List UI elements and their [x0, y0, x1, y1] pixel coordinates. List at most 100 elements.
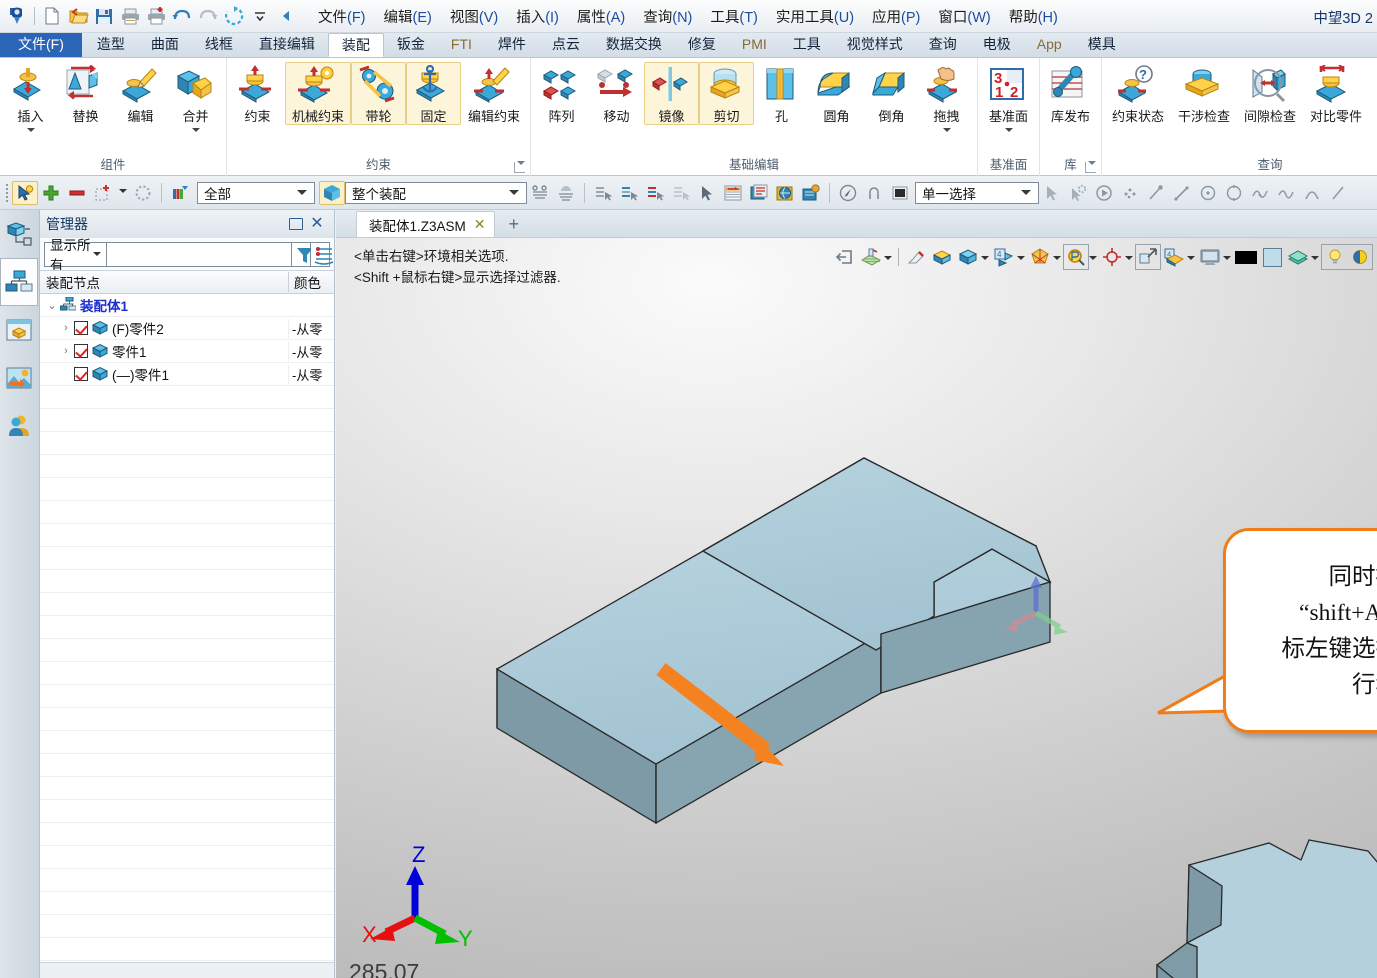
- chevron-down-icon[interactable]: [1187, 255, 1195, 264]
- chevron-down-icon[interactable]: [191, 128, 200, 136]
- ribbon-button-倒角[interactable]: 倒角: [864, 62, 919, 125]
- chevron-down-icon[interactable]: [1311, 255, 1319, 264]
- collapse-ribbon-icon[interactable]: [273, 3, 299, 29]
- menu-item-5[interactable]: 查询(N): [634, 3, 701, 30]
- ribbon-button-约束状态[interactable]: ? 约束状态: [1105, 62, 1171, 125]
- open-folder-icon[interactable]: [65, 3, 91, 29]
- chevron-down-icon[interactable]: [1017, 255, 1025, 264]
- close-icon[interactable]: ✕: [474, 216, 486, 233]
- tab-3[interactable]: 直接编辑: [246, 33, 328, 57]
- ribbon-button-固定[interactable]: 固定: [406, 62, 461, 125]
- visibility-checkbox[interactable]: [74, 367, 88, 381]
- layer-manager-icon[interactable]: [746, 181, 772, 205]
- line-icon[interactable]: [1169, 181, 1195, 205]
- chevron-down-icon[interactable]: [981, 255, 989, 264]
- layers-icon[interactable]: [720, 181, 746, 205]
- circle-center-icon[interactable]: [1195, 181, 1221, 205]
- 3d-viewport[interactable]: <单击右键>环境相关选项. <Shift +鼠标右键>显示选择过滤器. 4 4 …: [336, 238, 1377, 978]
- undo-icon[interactable]: [169, 3, 195, 29]
- screen-icon[interactable]: [1197, 244, 1223, 270]
- tab-6[interactable]: FTI: [438, 33, 485, 57]
- rail-item-part-box[interactable]: [0, 306, 38, 354]
- menu-item-4[interactable]: 属性(A): [568, 3, 634, 30]
- chevron-down-icon[interactable]: [1223, 255, 1231, 264]
- table-row[interactable]: ⌄ 装配体1: [40, 294, 334, 317]
- manager-search-input[interactable]: [107, 241, 293, 267]
- shade-mode-icon[interactable]: 4: [1161, 244, 1187, 270]
- circle-dotted-icon[interactable]: [130, 181, 156, 205]
- menu-item-3[interactable]: 插入(I): [507, 3, 568, 30]
- fit-view-icon[interactable]: [1135, 244, 1161, 270]
- constraint-ground-icon[interactable]: [553, 181, 579, 205]
- background-black-icon[interactable]: [1233, 244, 1259, 270]
- cursor-gear-icon[interactable]: [1065, 181, 1091, 205]
- list-select-1-icon[interactable]: [590, 181, 616, 205]
- ribbon-button-机械约束[interactable]: 机械约束: [285, 62, 351, 125]
- ribbon-button-镜像[interactable]: 镜像: [644, 62, 699, 125]
- spline-icon[interactable]: [1247, 181, 1273, 205]
- globe-layer-icon[interactable]: [772, 181, 798, 205]
- points-icon[interactable]: [1117, 181, 1143, 205]
- ribbon-button-编辑约束[interactable]: 编辑约束: [461, 62, 527, 125]
- table-row[interactable]: (—)零件1 -从零: [40, 363, 334, 386]
- ribbon-button-剪切[interactable]: 剪切: [699, 62, 754, 125]
- rail-item-user[interactable]: [0, 402, 38, 450]
- upper-part[interactable]: [495, 457, 1052, 825]
- target-center-icon[interactable]: [1099, 244, 1125, 270]
- exit-icon[interactable]: [832, 244, 858, 270]
- chevron-down-icon[interactable]: [884, 255, 892, 264]
- dialog-launcher-icon[interactable]: [514, 161, 525, 173]
- ribbon-button-约束[interactable]: 约束: [230, 62, 285, 125]
- arc-icon[interactable]: [861, 181, 887, 205]
- add-point-dropdown-icon[interactable]: [116, 181, 130, 205]
- tab-8[interactable]: 点云: [539, 33, 593, 57]
- list-select-4-icon[interactable]: [668, 181, 694, 205]
- select-mode-combo[interactable]: 单一选择: [915, 181, 1039, 204]
- scope-combo[interactable]: 整个装配: [345, 181, 527, 204]
- print-preview-icon[interactable]: [143, 3, 169, 29]
- table-row[interactable]: › 零件1 -从零: [40, 340, 334, 363]
- layers-stack-icon[interactable]: [1285, 244, 1311, 270]
- ribbon-button-阵列[interactable]: 阵列: [534, 62, 589, 125]
- tab-7[interactable]: 焊件: [485, 33, 539, 57]
- list-select-3-icon[interactable]: [642, 181, 668, 205]
- play-icon[interactable]: [1091, 181, 1117, 205]
- zoom-window-icon[interactable]: [1063, 244, 1089, 270]
- ribbon-button-库发布[interactable]: 库发布: [1043, 62, 1098, 125]
- remove-minus-icon[interactable]: [64, 181, 90, 205]
- ribbon-button-带轮[interactable]: 带轮: [351, 62, 406, 125]
- list-options-icon[interactable]: [311, 241, 334, 267]
- orientation-icon[interactable]: [1027, 244, 1053, 270]
- dialog-launcher-icon[interactable]: [1085, 161, 1096, 173]
- chevron-right-icon[interactable]: ›: [58, 345, 74, 357]
- scope-icon[interactable]: [319, 180, 345, 205]
- menu-item-2[interactable]: 视图(V): [441, 3, 507, 30]
- minimize-icon[interactable]: [284, 215, 306, 233]
- compass-icon[interactable]: [835, 181, 861, 205]
- add-point-icon[interactable]: [90, 181, 116, 205]
- document-tab[interactable]: 装配体1.Z3ASM ✕: [356, 211, 495, 237]
- toolbar-grip[interactable]: [4, 183, 12, 203]
- tab-0[interactable]: 造型: [84, 33, 138, 57]
- ribbon-button-合并[interactable]: 合并: [168, 62, 223, 137]
- menu-item-6[interactable]: 工具(T): [701, 3, 767, 30]
- refresh-icon[interactable]: [221, 3, 247, 29]
- menu-item-8[interactable]: 应用(P): [863, 3, 929, 30]
- ribbon-button-基准面[interactable]: 3 1 2 基准面: [981, 62, 1036, 137]
- pointer-icon[interactable]: [694, 181, 720, 205]
- display-mode-dropdown[interactable]: 显示所有: [44, 238, 108, 273]
- rail-item-image-export[interactable]: [0, 354, 38, 402]
- ribbon-button-3D BOM[interactable]: BOM3D BOM: [1369, 62, 1377, 125]
- new-file-icon[interactable]: [39, 3, 65, 29]
- filter-combo[interactable]: 全部: [197, 181, 315, 204]
- ribbon-button-插入[interactable]: 插入: [3, 62, 58, 137]
- lower-part[interactable]: [1156, 838, 1377, 978]
- menu-item-0[interactable]: 文件(F): [309, 3, 375, 30]
- arc-3pt-icon[interactable]: [1299, 181, 1325, 205]
- sketch-grid-icon[interactable]: [858, 244, 884, 270]
- menu-item-9[interactable]: 窗口(W): [929, 3, 999, 30]
- funnel-filter-icon[interactable]: [292, 241, 314, 267]
- close-icon[interactable]: ✕: [306, 215, 328, 233]
- chevron-down-icon[interactable]: [1053, 255, 1061, 264]
- ribbon-button-拖拽[interactable]: 拖拽: [919, 62, 974, 137]
